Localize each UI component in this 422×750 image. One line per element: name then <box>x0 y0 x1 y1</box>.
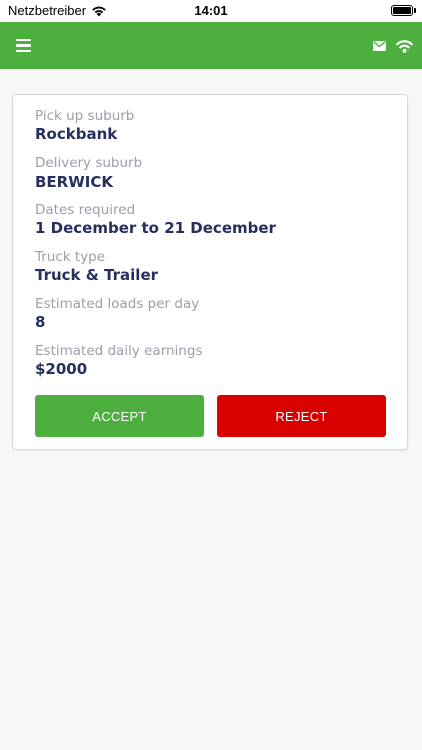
loads-value: 8 <box>35 313 46 331</box>
delivery-label: Delivery suburb <box>35 155 143 171</box>
pickup-value: Rockbank <box>35 125 118 143</box>
wifi-icon[interactable] <box>395 37 414 53</box>
truck-type-value: Truck & Trailer <box>35 266 159 284</box>
status-bar: Netzbetreiber 14:01 <box>0 0 422 22</box>
battery-icon <box>391 5 413 16</box>
battery-level <box>393 7 411 14</box>
battery-nub <box>414 8 416 13</box>
app-bar <box>0 22 422 69</box>
dates-value: 1 December to 21 December <box>35 219 276 237</box>
truck-type-label: Truck type <box>35 249 106 265</box>
reject-button[interactable]: REJECT <box>217 395 386 437</box>
dates-label: Dates required <box>35 202 136 218</box>
job-card: Pick up suburb Rockbank Delivery suburb … <box>12 94 408 450</box>
accept-button[interactable]: ACCEPT <box>35 395 204 437</box>
loads-label: Estimated loads per day <box>35 296 200 312</box>
status-time: 14:01 <box>194 3 228 18</box>
earnings-value: $2000 <box>35 360 88 378</box>
pickup-label: Pick up suburb <box>35 108 135 124</box>
earnings-label: Estimated daily earnings <box>35 343 203 359</box>
menu-icon[interactable] <box>16 39 31 52</box>
mail-icon[interactable] <box>373 41 386 51</box>
delivery-value: BERWICK <box>35 173 113 191</box>
